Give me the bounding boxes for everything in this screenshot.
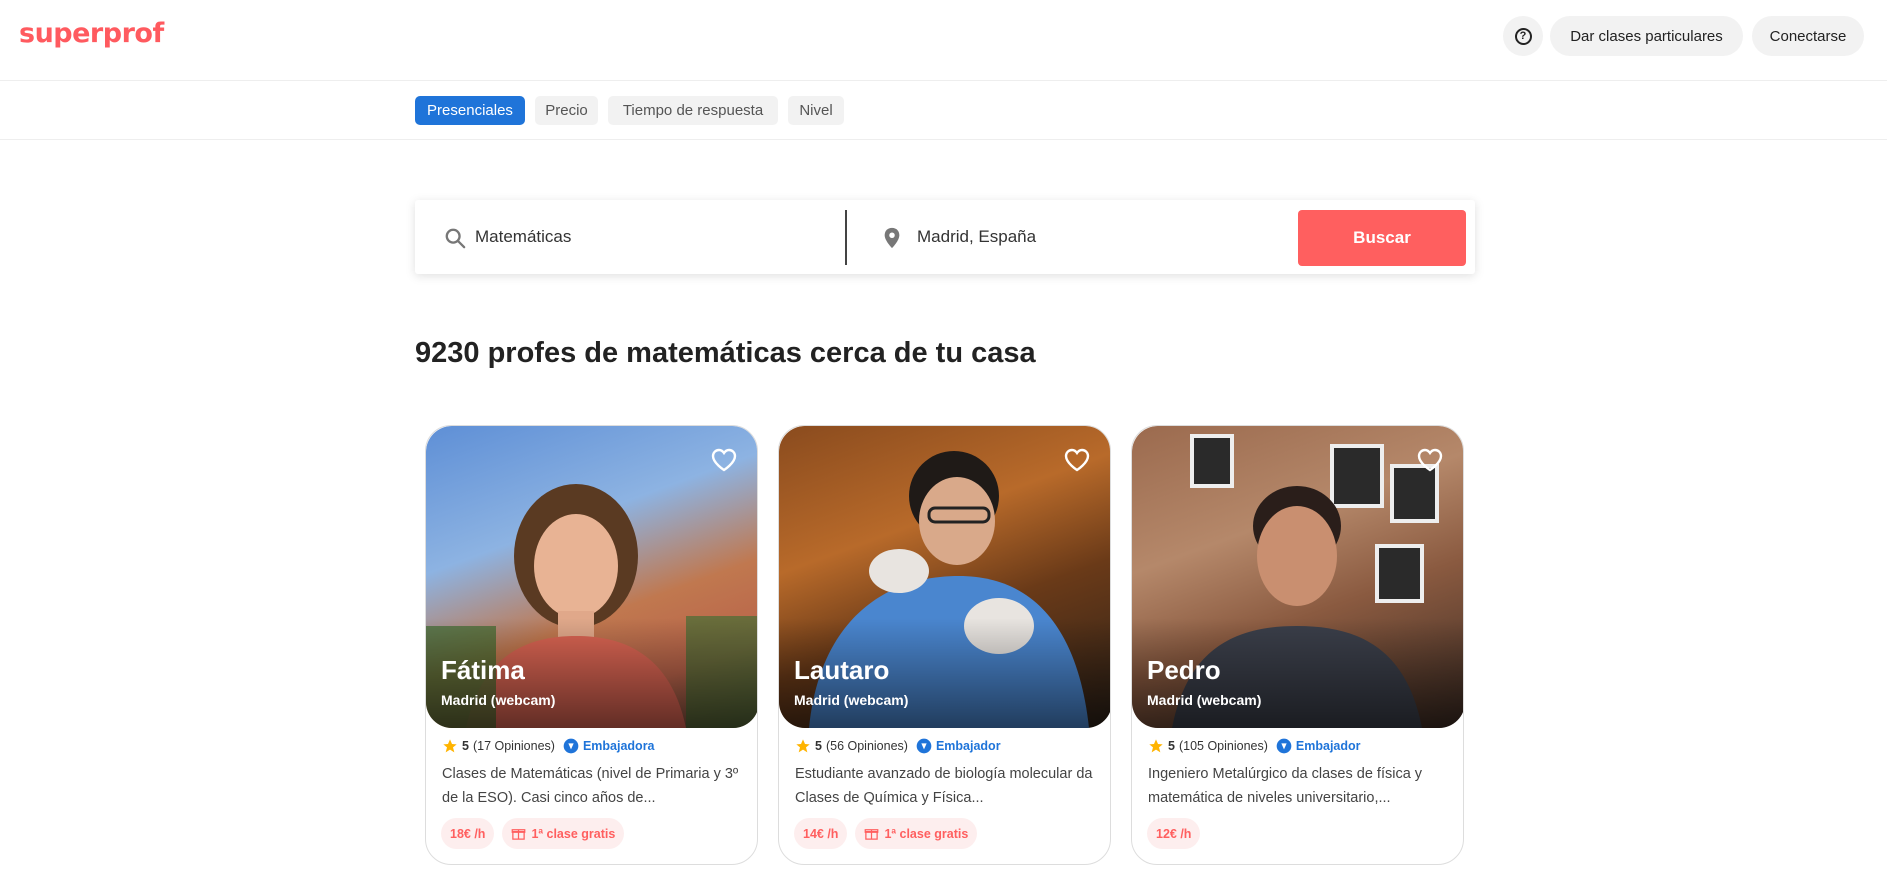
price-badge: 18€ /h xyxy=(441,818,495,849)
help-button[interactable]: ? xyxy=(1503,16,1543,56)
subject-value: Matemáticas xyxy=(475,227,572,246)
subject-input[interactable]: Matemáticas xyxy=(415,200,845,274)
rating-row: 5 (17 Opiniones) Embajadora xyxy=(442,737,655,755)
review-count: (17 Opiniones) xyxy=(472,739,555,753)
tutor-description: Clases de Matemáticas (nivel de Primaria… xyxy=(442,766,739,806)
tutor-card[interactable]: Fátima Madrid (webcam) 5 (17 Opiniones) … xyxy=(425,425,758,865)
tutor-location: Madrid (webcam) xyxy=(1147,692,1262,708)
review-count: (56 Opiniones) xyxy=(825,739,908,753)
top-header: superprof ? Dar clases particulares Cone… xyxy=(0,0,1887,81)
filter-chip-precio[interactable]: Precio xyxy=(535,96,598,125)
tutor-name: Pedro xyxy=(1147,655,1221,685)
review-count: (105 Opiniones) xyxy=(1178,739,1268,753)
rating-value: 5 xyxy=(815,739,822,753)
badges: 18€ /h 1ª clase gratis xyxy=(441,818,632,849)
free-class-label: 1ª clase gratis xyxy=(884,826,969,841)
star-icon xyxy=(1149,739,1163,753)
filter-chip-nivel[interactable]: Nivel xyxy=(788,96,844,125)
heart-icon[interactable] xyxy=(1064,448,1090,472)
filter-chip-tiempo-respuesta[interactable]: Tiempo de respuesta xyxy=(608,96,778,125)
star-icon xyxy=(796,739,810,753)
search-icon xyxy=(445,228,466,249)
rating-value: 5 xyxy=(462,739,469,753)
rating-row: 5 (56 Opiniones) Embajador xyxy=(795,737,1001,755)
tutor-name: Fátima xyxy=(441,655,525,685)
gift-icon xyxy=(865,829,879,840)
search-button[interactable]: Buscar xyxy=(1298,210,1466,266)
superprof-logo[interactable]: superprof xyxy=(19,18,164,49)
tutor-description: Estudiante avanzado de biología molecula… xyxy=(795,766,1093,806)
tutor-name: Lautaro xyxy=(794,655,890,685)
ambassador-badge-icon xyxy=(1276,738,1292,754)
location-input[interactable]: Madrid, España xyxy=(847,200,1287,274)
tutor-photo: Fátima Madrid (webcam) xyxy=(426,426,757,728)
heart-icon[interactable] xyxy=(1417,448,1443,472)
ambassador-label: Embajador xyxy=(935,739,1001,753)
tutor-photo: Pedro Madrid (webcam) xyxy=(1132,426,1463,728)
ambassador-label: Embajador xyxy=(1295,739,1361,753)
results-title: 9230 profes de matemáticas cerca de tu c… xyxy=(415,337,1036,369)
free-class-badge: 1ª clase gratis xyxy=(855,818,978,849)
tutor-card[interactable]: Lautaro Madrid (webcam) 5 (56 Opiniones)… xyxy=(778,425,1111,865)
price-badge: 12€ /h xyxy=(1147,818,1201,849)
ambassador-badge-icon xyxy=(563,738,579,754)
search-bar: Matemáticas Madrid, España Buscar xyxy=(415,200,1475,274)
badges: 14€ /h 1ª clase gratis xyxy=(794,818,985,849)
tutor-location: Madrid (webcam) xyxy=(441,692,556,708)
free-class-label: 1ª clase gratis xyxy=(531,826,616,841)
filters-bar: Presenciales Precio Tiempo de respuesta … xyxy=(0,81,1887,140)
gift-icon xyxy=(512,829,526,840)
location-value: Madrid, España xyxy=(917,227,1037,246)
tutor-location: Madrid (webcam) xyxy=(794,692,909,708)
filter-chip-presenciales[interactable]: Presenciales xyxy=(415,96,525,125)
badges: 12€ /h xyxy=(1147,818,1208,849)
tutor-photo: Lautaro Madrid (webcam) xyxy=(779,426,1110,728)
ambassador-badge-icon xyxy=(916,738,932,754)
heart-icon[interactable] xyxy=(711,448,737,472)
price-badge: 14€ /h xyxy=(794,818,848,849)
ambassador-label: Embajadora xyxy=(582,739,655,753)
tutor-description: Ingeniero Metalúrgico da clases de físic… xyxy=(1148,766,1423,806)
rating-value: 5 xyxy=(1168,739,1175,753)
tutor-card[interactable]: Pedro Madrid (webcam) 5 (105 Opiniones) … xyxy=(1131,425,1464,865)
star-icon xyxy=(443,739,457,753)
help-icon: ? xyxy=(1514,27,1532,45)
rating-row: 5 (105 Opiniones) Embajador xyxy=(1148,737,1361,755)
login-button[interactable]: Conectarse xyxy=(1752,16,1864,56)
location-pin-icon xyxy=(884,227,900,249)
free-class-badge: 1ª clase gratis xyxy=(502,818,625,849)
teach-button[interactable]: Dar clases particulares xyxy=(1550,16,1743,56)
